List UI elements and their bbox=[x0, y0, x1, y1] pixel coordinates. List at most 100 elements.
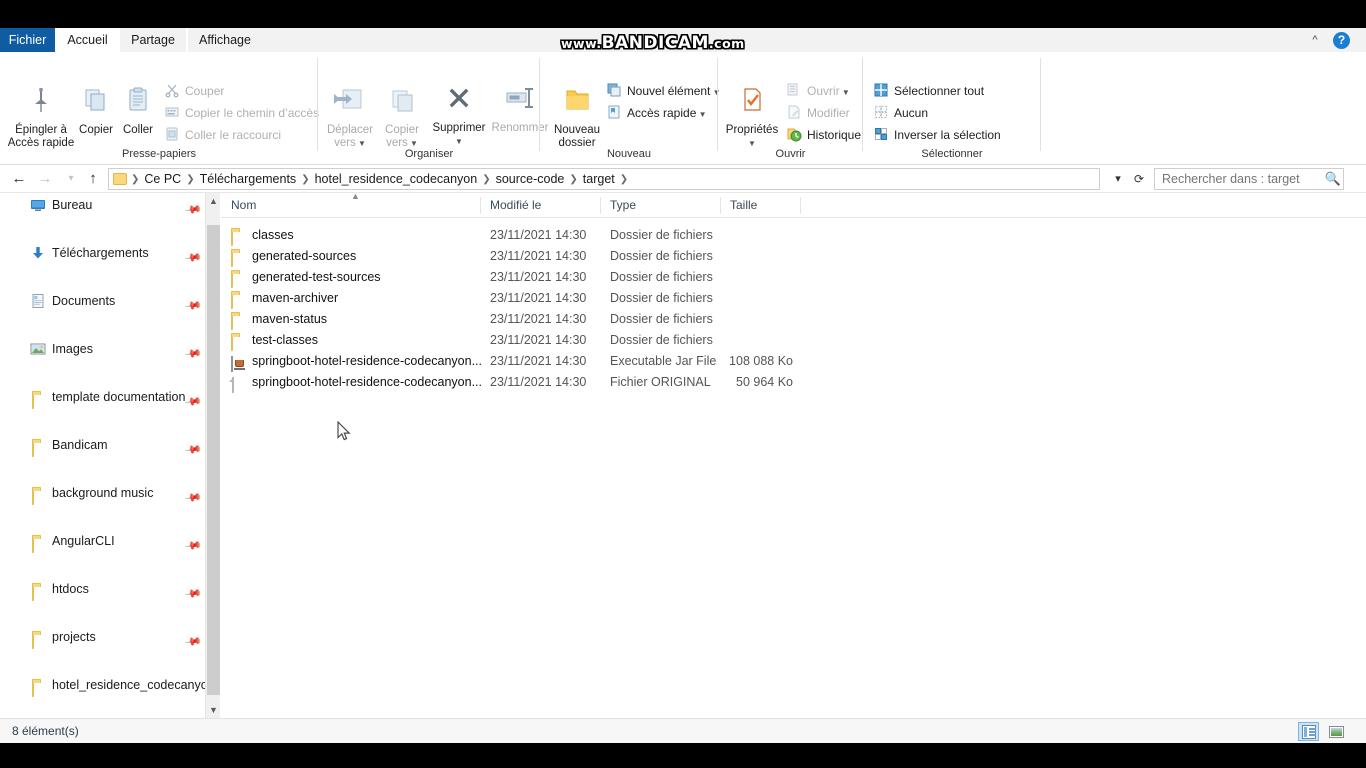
chevron-down-icon[interactable]: ▼ bbox=[408, 139, 418, 148]
sidebar-item-bandicam[interactable]: Bandicam 📌 bbox=[0, 433, 205, 459]
new-folder-label-line1: Nouveau bbox=[553, 124, 601, 136]
paste-shortcut-button[interactable]: Coller le raccourci bbox=[164, 126, 281, 144]
chevron-up-icon[interactable]: ^ bbox=[1307, 32, 1323, 48]
file-name: classes bbox=[252, 228, 294, 242]
help-icon[interactable]: ? bbox=[1333, 32, 1350, 49]
copy-to-button[interactable]: Copier vers ▼ bbox=[376, 86, 428, 150]
pin-icon[interactable]: 📌 bbox=[180, 340, 205, 368]
thumbnails-view-button[interactable] bbox=[1325, 722, 1346, 741]
pin-icon[interactable]: 📌 bbox=[180, 532, 205, 560]
open-button[interactable]: Ouvrir ▼ bbox=[786, 82, 850, 102]
search-input[interactable] bbox=[1155, 172, 1323, 186]
delete-button[interactable]: Supprimer ▼ bbox=[430, 86, 488, 148]
history-button[interactable]: Historique bbox=[786, 126, 861, 144]
column-header-nom[interactable]: Nom bbox=[221, 193, 480, 218]
breadcrumb-item-target[interactable]: target bbox=[580, 172, 618, 186]
new-item-button[interactable]: Nouvel élément ▼ bbox=[606, 82, 721, 102]
sidebar-item-hotel-residence-codecanyon[interactable]: hotel_residence_codecanyon bbox=[0, 673, 205, 697]
sidebar-item-template-documentation[interactable]: template documentation 📌 bbox=[0, 385, 205, 411]
group-label-organiser: Organiser bbox=[404, 148, 454, 160]
pin-icon[interactable]: 📌 bbox=[180, 580, 205, 608]
pin-icon[interactable]: 📌 bbox=[180, 244, 205, 272]
pin-to-quick-access-button[interactable]: Épingler à Accès rapide bbox=[4, 86, 78, 150]
address-dropdown-icon[interactable]: ▾ bbox=[1108, 168, 1128, 190]
tab-fichier[interactable]: Fichier bbox=[0, 28, 55, 52]
breadcrumb-item-telechargements[interactable]: Téléchargements bbox=[197, 172, 300, 186]
downloads-icon bbox=[30, 245, 46, 261]
breadcrumb-item-source-code[interactable]: source-code bbox=[493, 172, 568, 186]
pin-icon[interactable]: 📌 bbox=[180, 628, 205, 656]
paste-button[interactable]: Coller bbox=[118, 86, 158, 137]
details-view-button[interactable] bbox=[1298, 722, 1319, 741]
select-all-label: Sélectionner tout bbox=[894, 84, 985, 98]
table-row[interactable]: generated-sources 23/11/2021 14:30 Dossi… bbox=[221, 246, 1366, 267]
item-count-label: 8 élément(s) bbox=[12, 724, 79, 738]
table-row[interactable]: maven-status 23/11/2021 14:30 Dossier de… bbox=[221, 309, 1366, 330]
sidebar-item-projects[interactable]: projects 📌 bbox=[0, 625, 205, 651]
ribbon-group-organiser: Déplacer vers ▼ Copier vers ▼ Supprimer … bbox=[318, 52, 548, 165]
table-row[interactable]: generated-test-sources 23/11/2021 14:30 … bbox=[221, 267, 1366, 288]
tab-partage[interactable]: Partage bbox=[120, 28, 186, 52]
table-row[interactable]: maven-archiver 23/11/2021 14:30 Dossier … bbox=[221, 288, 1366, 309]
folder-icon bbox=[32, 437, 48, 457]
chevron-down-icon[interactable]: ▼ bbox=[696, 110, 707, 119]
chevron-down-icon[interactable]: ▼ bbox=[748, 139, 756, 148]
cut-button[interactable]: Couper bbox=[164, 82, 224, 100]
breadcrumb-item-ce-pc[interactable]: Ce PC bbox=[141, 172, 184, 186]
refresh-icon[interactable]: ⟳ bbox=[1128, 168, 1150, 190]
table-row[interactable]: test-classes 23/11/2021 14:30 Dossier de… bbox=[221, 330, 1366, 351]
chevron-down-icon[interactable]: ▼ bbox=[455, 137, 463, 146]
chevron-down-icon[interactable]: ▼ bbox=[840, 88, 850, 97]
navigation-scrollbar[interactable]: ▲ ▼ bbox=[205, 193, 220, 718]
ribbon-group-presse-papiers: Épingler à Accès rapide Copier Coller Co… bbox=[0, 52, 319, 165]
status-bar: 8 élément(s) bbox=[0, 718, 1366, 743]
quick-access-button[interactable]: Accès rapide ▼ bbox=[606, 104, 707, 124]
invert-selection-button[interactable]: Inverser la sélection bbox=[873, 126, 1001, 144]
file-type: Executable Jar File bbox=[610, 354, 717, 368]
column-header-taille[interactable]: Taille bbox=[720, 193, 800, 218]
sidebar-item-angularcli[interactable]: AngularCLI 📌 bbox=[0, 529, 205, 555]
table-row[interactable]: springboot-hotel-residence-codecanyon...… bbox=[221, 351, 1366, 372]
scroll-down-arrow-icon[interactable]: ▼ bbox=[206, 702, 221, 718]
scrollbar-thumb[interactable] bbox=[207, 225, 220, 695]
tab-accueil[interactable]: Accueil bbox=[59, 28, 116, 52]
file-date: 23/11/2021 14:30 bbox=[490, 354, 587, 368]
copy-path-button[interactable]: Copier le chemin d’accès bbox=[164, 104, 319, 122]
breadcrumb-item-hotel-residence-codecanyon[interactable]: hotel_residence_codecanyon bbox=[312, 172, 481, 186]
new-folder-button[interactable]: Nouveau dossier bbox=[546, 86, 608, 150]
move-to-button[interactable]: Déplacer vers ▼ bbox=[324, 86, 376, 150]
select-all-button[interactable]: Sélectionner tout bbox=[873, 82, 984, 100]
column-header-type[interactable]: Type bbox=[600, 193, 720, 218]
folder-icon bbox=[231, 228, 247, 246]
tab-affichage[interactable]: Affichage bbox=[188, 28, 262, 52]
table-row[interactable]: classes 23/11/2021 14:30 Dossier de fich… bbox=[221, 225, 1366, 246]
magnifier-icon[interactable]: 🔍 bbox=[1323, 171, 1343, 187]
table-row[interactable]: springboot-hotel-residence-codecanyon...… bbox=[221, 372, 1366, 393]
invert-selection-label: Inverser la sélection bbox=[894, 128, 1001, 142]
copy-label: Copier bbox=[79, 124, 113, 136]
pin-icon[interactable]: 📌 bbox=[180, 196, 205, 224]
properties-button[interactable]: Propriétés ▼ bbox=[722, 86, 782, 150]
scroll-up-arrow-icon[interactable]: ▲ bbox=[206, 193, 221, 209]
chevron-down-icon[interactable]: ▼ bbox=[356, 139, 366, 148]
column-divider[interactable] bbox=[800, 197, 801, 214]
pin-icon[interactable]: 📌 bbox=[180, 436, 205, 464]
edit-button[interactable]: Modifier bbox=[786, 104, 850, 122]
breadcrumb[interactable]: ❯ Ce PC ❯ Téléchargements ❯ hotel_reside… bbox=[108, 168, 1100, 190]
sidebar-item-documents-qa[interactable]: Documents 📌 bbox=[0, 289, 205, 315]
copy-button[interactable]: Copier bbox=[76, 86, 116, 137]
pin-icon[interactable]: 📌 bbox=[180, 484, 205, 512]
sidebar-item-htdocs[interactable]: htdocs 📌 bbox=[0, 577, 205, 603]
forward-arrow-icon[interactable]: → bbox=[34, 168, 56, 190]
sidebar-item-images-qa[interactable]: Images 📌 bbox=[0, 337, 205, 363]
sidebar-item-telechargements-qa[interactable]: Téléchargements 📌 bbox=[0, 241, 205, 267]
up-arrow-icon[interactable]: ↑ bbox=[82, 168, 104, 190]
back-arrow-icon[interactable]: ← bbox=[8, 168, 30, 190]
search-box[interactable]: 🔍 bbox=[1154, 168, 1344, 190]
sidebar-item-bureau-qa[interactable]: Bureau 📌 bbox=[0, 193, 205, 219]
recent-locations-icon[interactable]: ▾ bbox=[60, 168, 82, 190]
sidebar-item-background-music[interactable]: background music 📌 bbox=[0, 481, 205, 507]
pin-icon[interactable]: 📌 bbox=[180, 292, 205, 320]
column-header-modifie-le[interactable]: Modifié le bbox=[480, 193, 600, 218]
select-none-button[interactable]: Aucun bbox=[873, 104, 928, 122]
